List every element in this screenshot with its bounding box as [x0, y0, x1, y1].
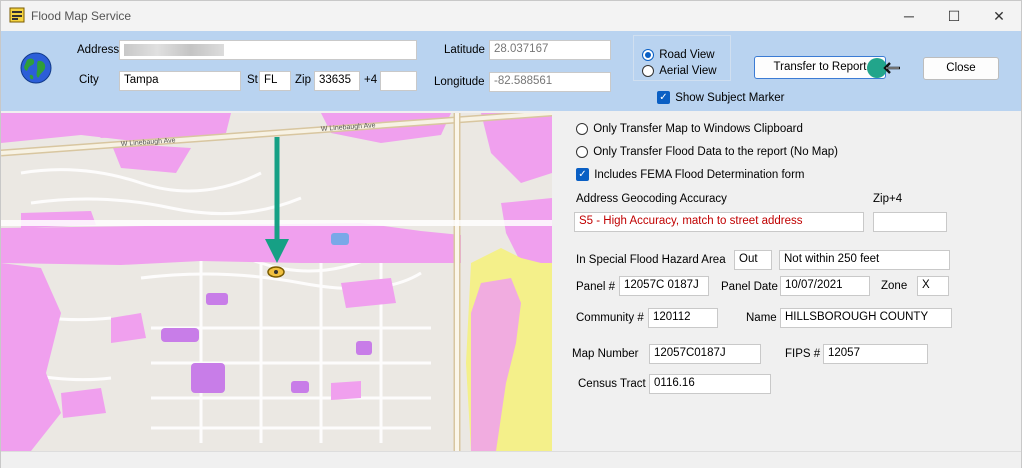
zone-label: Zone: [881, 280, 908, 292]
redacted-address: [124, 44, 224, 56]
panel-field[interactable]: 12057C 0187J: [619, 276, 709, 296]
fips-label: FIPS #: [785, 348, 821, 360]
close-button[interactable]: Close: [923, 57, 999, 80]
flood-data-only-label: Only Transfer Flood Data to the report (…: [593, 146, 838, 158]
road-view-option[interactable]: Road View: [642, 49, 715, 61]
city-input[interactable]: Tampa: [119, 71, 241, 91]
zip-label: Zip: [295, 74, 311, 86]
close-window-button[interactable]: ✕: [976, 1, 1022, 31]
state-label: St: [247, 74, 258, 86]
flood-data-only-option[interactable]: Only Transfer Flood Data to the report (…: [576, 146, 838, 158]
fips-field[interactable]: 12057: [823, 344, 928, 364]
flood-map-window: Flood Map Service ─ ☐ ✕ Address City Tam…: [0, 0, 1022, 468]
community-name-field[interactable]: HILLSBOROUGH COUNTY: [780, 308, 952, 328]
map-number-label: Map Number: [572, 348, 639, 360]
aerial-view-label: Aerial View: [659, 65, 717, 77]
fema-form-checkbox[interactable]: ✓: [576, 168, 589, 181]
panel-label: Panel #: [576, 281, 616, 293]
maximize-button[interactable]: ☐: [931, 1, 977, 31]
show-marker-label: Show Subject Marker: [675, 91, 785, 104]
view-mode-group: Road View Aerial View: [633, 35, 731, 81]
zip4-label: Zip+4: [873, 193, 903, 205]
census-tract-label: Census Tract: [578, 378, 646, 390]
longitude-label: Longitude: [434, 76, 485, 88]
cursor-pointer-icon: [867, 58, 900, 78]
clipboard-option[interactable]: Only Transfer Map to Windows Clipboard: [576, 123, 803, 135]
fema-form-label: Includes FEMA Flood Determination form: [594, 168, 805, 181]
window-title: Flood Map Service: [31, 9, 132, 23]
community-field[interactable]: 120112: [648, 308, 718, 328]
census-tract-field[interactable]: 0116.16: [649, 374, 771, 394]
clipboard-label: Only Transfer Map to Windows Clipboard: [593, 123, 803, 135]
zip-input[interactable]: 33635: [314, 71, 360, 91]
state-input[interactable]: FL: [259, 71, 291, 91]
address-label: Address: [77, 44, 120, 56]
longitude-input[interactable]: -82.588561: [489, 72, 611, 92]
map-canvas: W Linebaugh Ave W Linebaugh Ave: [1, 113, 552, 451]
address-input[interactable]: [119, 40, 417, 60]
zip4-field[interactable]: [873, 212, 947, 232]
flood-data-panel: Only Transfer Map to Windows Clipboard O…: [557, 113, 1021, 451]
plus4-input[interactable]: [380, 71, 417, 91]
clipboard-radio[interactable]: [576, 123, 588, 135]
fema-form-option[interactable]: ✓ Includes FEMA Flood Determination form: [576, 168, 804, 181]
zone-field[interactable]: X: [917, 276, 949, 296]
road-view-radio[interactable]: [642, 49, 654, 61]
panel-date-label: Panel Date: [721, 281, 778, 293]
flood-map[interactable]: W Linebaugh Ave W Linebaugh Ave: [1, 113, 552, 451]
sfha-label: In Special Flood Hazard Area: [576, 254, 726, 266]
panel-date-field[interactable]: 10/07/2021: [780, 276, 870, 296]
aerial-view-radio[interactable]: [642, 65, 654, 77]
app-icon: [9, 7, 25, 23]
sfha-distance-field[interactable]: Not within 250 feet: [779, 250, 950, 270]
title-bar: Flood Map Service ─ ☐ ✕: [1, 1, 1021, 31]
aerial-view-option[interactable]: Aerial View: [642, 65, 717, 77]
show-marker-checkbox[interactable]: ✓: [657, 91, 670, 104]
status-bar: [1, 451, 1021, 468]
minimize-button[interactable]: ─: [886, 1, 932, 31]
subject-marker: [267, 266, 285, 278]
name-label: Name: [746, 312, 777, 324]
community-label: Community #: [576, 312, 644, 324]
map-number-field[interactable]: 12057C0187J: [649, 344, 761, 364]
latitude-label: Latitude: [444, 44, 485, 56]
plus4-label: +4: [364, 74, 378, 86]
show-subject-marker-option[interactable]: ✓ Show Subject Marker: [657, 91, 785, 104]
city-label: City: [79, 74, 99, 86]
geocoding-label: Address Geocoding Accuracy: [576, 193, 727, 205]
flood-data-only-radio[interactable]: [576, 146, 588, 158]
globe-icon: [20, 52, 52, 84]
address-header: Address City Tampa St FL Zip 33635 +4 La…: [1, 31, 1021, 111]
sfha-field[interactable]: Out: [734, 250, 772, 270]
latitude-input[interactable]: 28.037167: [489, 40, 611, 60]
geocoding-accuracy-field[interactable]: S5 - High Accuracy, match to street addr…: [574, 212, 864, 232]
road-view-label: Road View: [659, 49, 715, 61]
